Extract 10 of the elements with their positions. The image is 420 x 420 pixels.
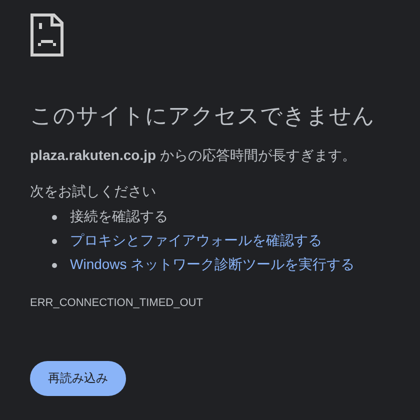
error-code: ERR_CONNECTION_TIMED_OUT (30, 297, 203, 309)
host-name: plaza.rakuten.co.jp (30, 147, 156, 163)
suggestion-link[interactable]: プロキシとファイアウォールを確認する (70, 232, 322, 250)
error-message: からの応答時間が長すぎます。 (160, 147, 356, 163)
suggestion-link[interactable]: Windows ネットワーク診断ツールを実行する (70, 256, 355, 274)
suggestions-title: 次をお試しください (30, 183, 156, 201)
sad-page-icon (30, 13, 64, 57)
error-heading: このサイトにアクセスできません (30, 102, 375, 130)
reload-button[interactable]: 再読み込み (30, 361, 126, 396)
suggestion-text: 接続を確認する (70, 208, 168, 226)
